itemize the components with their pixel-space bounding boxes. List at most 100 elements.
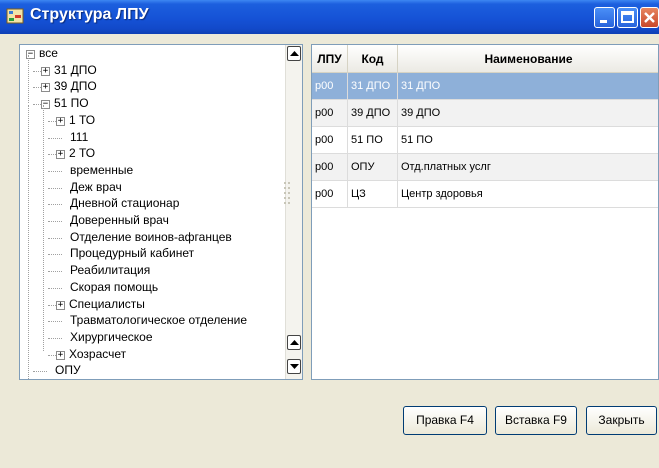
tree-connector: [48, 337, 62, 339]
arrow-up-icon: [290, 51, 299, 56]
tree-node[interactable]: Дневной стационар: [70, 196, 179, 211]
insert-button[interactable]: Вставка F9: [495, 406, 577, 435]
table-cell: 51 ПО: [348, 127, 398, 153]
close-dialog-button[interactable]: Закрыть: [586, 406, 657, 435]
expander-glyph: +: [42, 65, 49, 76]
table-cell: р00: [312, 100, 348, 126]
table-row[interactable]: р00 31 ДПО 31 ДПО: [312, 73, 658, 100]
expander-glyph: +: [57, 349, 64, 360]
column-header-name[interactable]: Наименование: [398, 45, 658, 73]
tree-node[interactable]: Травматологическое отделение: [70, 313, 247, 328]
tree-connector: [48, 287, 62, 289]
tree-connector-vertical: [28, 55, 29, 103]
column-header-lpu[interactable]: ЛПУ: [312, 45, 348, 73]
tree-vertical-scrollbar[interactable]: [285, 45, 302, 379]
tree-connector: [48, 221, 62, 222]
table-cell: Центр здоровья: [398, 181, 658, 207]
table-cell: р00: [312, 127, 348, 153]
tree-node[interactable]: 51 ПО: [54, 96, 89, 111]
tree-node[interactable]: Доверенный врач: [70, 213, 169, 228]
table-cell: р00: [312, 154, 348, 180]
maximize-button[interactable]: [617, 7, 638, 28]
table-cell: 31 ДПО: [348, 73, 398, 99]
data-grid[interactable]: ЛПУ Код Наименование р00 31 ДПО 31 ДПО р00 3…: [311, 44, 659, 380]
tree-connector: [33, 70, 41, 72]
expander-glyph: +: [57, 299, 64, 310]
table-cell: 31 ДПО: [398, 73, 658, 99]
close-icon: [644, 12, 655, 23]
splitter-grip[interactable]: [283, 180, 291, 210]
tree-connector: [33, 87, 41, 89]
tree-node[interactable]: все: [39, 46, 58, 61]
table-cell: 51 ПО: [398, 127, 658, 153]
tree-connector: [48, 154, 56, 156]
arrow-down-icon: [290, 364, 299, 369]
tree-node[interactable]: временные: [70, 163, 133, 178]
table-cell: ОПУ: [348, 154, 398, 180]
tree-structure-icon: [6, 8, 24, 24]
expand-icon[interactable]: +: [56, 149, 65, 160]
tree-connector: [48, 304, 56, 306]
expand-icon[interactable]: +: [41, 65, 50, 76]
tree-node[interactable]: Хозрасчет: [69, 347, 126, 362]
tree-connector: [48, 354, 56, 356]
status-bar: [0, 452, 659, 468]
table-row[interactable]: р00 51 ПО 51 ПО: [312, 127, 658, 154]
scroll-down-button[interactable]: [287, 359, 301, 374]
title-bar[interactable]: Структура ЛПУ: [0, 0, 659, 34]
expander-glyph: +: [42, 82, 49, 93]
table-cell: р00: [312, 73, 348, 99]
expand-icon[interactable]: +: [56, 349, 65, 360]
expander-glyph: +: [57, 149, 64, 160]
tree-node[interactable]: Хирургическое: [70, 330, 153, 345]
table-cell: ЦЗ: [348, 181, 398, 207]
table-cell: 39 ДПО: [398, 100, 658, 126]
tree-node[interactable]: 39 ДПО: [54, 79, 97, 94]
tree-node[interactable]: 1 ТО: [69, 113, 95, 128]
minimize-icon: [600, 20, 607, 23]
tree-connector: [48, 254, 62, 256]
tree-node[interactable]: Скорая помощь: [70, 280, 158, 295]
tree-node[interactable]: Процедурный кабинет: [70, 246, 194, 261]
expand-icon[interactable]: +: [56, 115, 65, 126]
tree-node[interactable]: 2 ТО: [69, 146, 95, 161]
table-row[interactable]: р00 ОПУ Отд.платных услг: [312, 154, 658, 181]
tree-node[interactable]: Деж врач: [70, 180, 122, 195]
window-title: Структура ЛПУ: [30, 6, 149, 23]
scroll-up-button[interactable]: [287, 46, 301, 61]
tree-connector: [48, 120, 56, 122]
tree-connector: [33, 104, 41, 106]
main-window: Структура ЛПУ − все +31 ДПО +39 ДПО −51 ПО +1…: [0, 0, 659, 468]
arrow-up-icon: [290, 340, 299, 345]
tree-connector-vertical: [28, 105, 29, 379]
edit-button[interactable]: Правка F4: [403, 406, 487, 435]
expand-icon[interactable]: +: [41, 82, 50, 93]
tree-connector: [48, 187, 62, 189]
tree-connector-vertical: [43, 105, 44, 351]
tree-node[interactable]: 111: [70, 130, 88, 145]
tree-connector: [48, 137, 62, 139]
structure-tree[interactable]: − все +31 ДПО +39 ДПО −51 ПО +1 ТО 111 +2 ТО вре…: [19, 44, 303, 380]
tree-node[interactable]: Специалисты: [69, 297, 145, 312]
tree-node[interactable]: Реабилитация: [70, 263, 150, 278]
tree-connector: [48, 271, 62, 273]
tree-connector: [48, 321, 62, 323]
scroll-up-button-lower[interactable]: [287, 335, 301, 350]
tree-node[interactable]: Отделение воинов-афганцев: [70, 230, 232, 245]
tree-node[interactable]: 31 ДПО: [54, 63, 97, 78]
expand-icon[interactable]: +: [56, 299, 65, 310]
table-row[interactable]: р00 ЦЗ Центр здоровья: [312, 181, 658, 208]
tree-connector: [48, 170, 62, 172]
column-header-code[interactable]: Код: [348, 45, 398, 73]
table-cell: 39 ДПО: [348, 100, 398, 126]
tree-node[interactable]: ОПУ: [55, 363, 81, 378]
table-cell: Отд.платных услг: [398, 154, 658, 180]
table-row[interactable]: р00 39 ДПО 39 ДПО: [312, 100, 658, 127]
tree-connector: [48, 204, 62, 206]
expander-glyph: +: [57, 115, 64, 126]
table-cell: р00: [312, 181, 348, 207]
maximize-icon: [621, 11, 634, 23]
close-button[interactable]: [640, 7, 659, 28]
minimize-button[interactable]: [594, 7, 615, 28]
tree-connector: [33, 371, 47, 373]
